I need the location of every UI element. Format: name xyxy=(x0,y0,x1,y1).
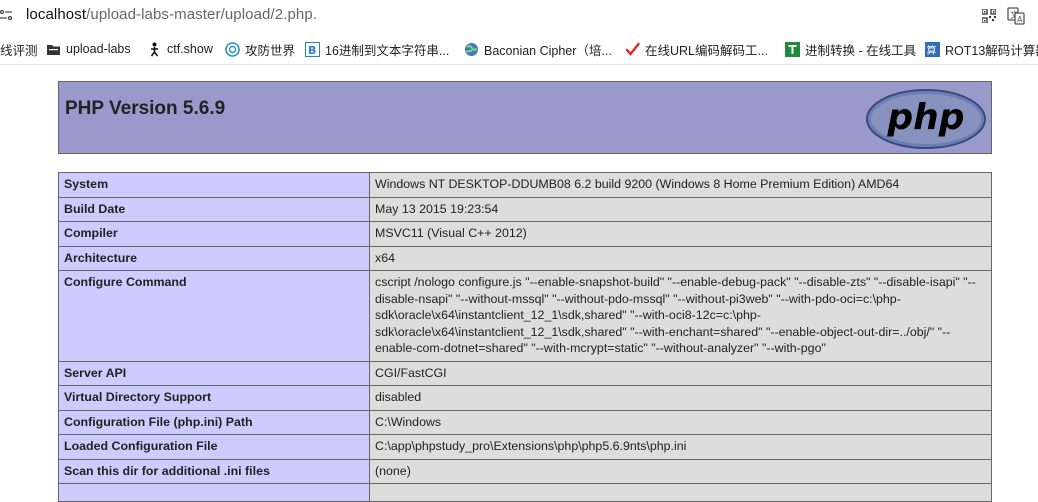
phpinfo-header: PHP Version 5.6.9 php xyxy=(58,81,992,154)
php-logo-icon[interactable]: php xyxy=(865,88,987,150)
bookmark-item[interactable]: ctf.show xyxy=(147,34,213,64)
table-row: System Windows NT DESKTOP-DDUMB08 6.2 bui… xyxy=(58,172,992,198)
bookmark-item[interactable]: 在线URL编码解码工... xyxy=(625,34,768,64)
bookmark-label: 进制转换 - 在线工具 xyxy=(805,43,917,58)
adworld-icon xyxy=(225,41,240,57)
svg-text:算: 算 xyxy=(927,44,937,57)
row-value: cscript /nologo configure.js "--enable-s… xyxy=(369,270,992,362)
bookmark-label: 在线URL编码解码工... xyxy=(645,43,768,58)
row-key: System xyxy=(58,172,370,198)
bookmark-item[interactable]: 攻防世界 xyxy=(225,34,295,64)
table-row: Architecture x64 xyxy=(58,245,992,271)
bookmark-label: Baconian Cipher（培... xyxy=(484,43,612,58)
table-row: Build Date May 13 2015 19:23:54 xyxy=(58,196,992,222)
bookmark-label: 16进制到文本字符串... xyxy=(325,43,450,58)
b-bracket-icon: B xyxy=(305,41,320,57)
row-value: Windows NT DESKTOP-DDUMB08 6.2 build 920… xyxy=(369,172,992,198)
translate-icon[interactable]: 文 A xyxy=(1007,7,1025,25)
qr-code-icon[interactable] xyxy=(982,9,996,23)
table-row: Scan this dir for additional .ini files(… xyxy=(58,458,992,484)
bookmark-item[interactable]: B 16进制到文本字符串... xyxy=(305,34,449,64)
url-host: localhost xyxy=(26,6,87,23)
row-value: x64 xyxy=(369,245,992,271)
row-key: Loaded Configuration File xyxy=(58,434,370,460)
row-key: Configuration File (php.ini) Path xyxy=(58,409,370,435)
row-value: MSVC11 (Visual C++ 2012) xyxy=(369,221,992,247)
row-key xyxy=(58,483,370,502)
bookmark-item[interactable]: 进制转换 - 在线工具 xyxy=(785,34,916,64)
url-text[interactable]: localhost/upload-labs-master/upload/2.ph… xyxy=(26,6,317,23)
bookmark-label: upload-labs xyxy=(66,42,131,56)
bookmark-item[interactable]: upload-labs xyxy=(46,34,131,64)
t-box-icon xyxy=(785,41,800,57)
bookmark-item[interactable]: Baconian Cipher（培... xyxy=(464,34,612,64)
row-key: Virtual Directory Support xyxy=(58,385,370,411)
table-row: Configure Command cscript /nologo configu… xyxy=(58,270,992,362)
row-key: Architecture xyxy=(58,245,370,271)
svg-text:B: B xyxy=(308,44,316,57)
bookmark-label: 攻防世界 xyxy=(245,43,296,58)
bookmark-item[interactable]: 线评测 xyxy=(0,34,38,64)
table-row: Virtual Directory Support disabled xyxy=(58,385,992,411)
page-title: PHP Version 5.6.9 xyxy=(65,98,226,119)
php-logo-text: php xyxy=(886,97,964,138)
row-value: C:\app\phpstudy_pro\Extensions\php\php5.… xyxy=(369,434,992,460)
row-key: Scan this dir for additional .ini files xyxy=(58,458,370,484)
row-key: Build Date xyxy=(58,196,370,222)
globe-icon xyxy=(465,42,478,56)
row-value xyxy=(369,483,992,502)
row-value: (none) xyxy=(369,458,992,484)
row-key: Configure Command xyxy=(58,270,370,362)
bookmark-label: 线评测 xyxy=(0,43,38,58)
site-info-icon[interactable] xyxy=(0,9,12,21)
table-row: Server API CGI/FastCGI xyxy=(58,360,992,386)
ctfshow-figure-icon xyxy=(150,42,159,56)
folder-icon xyxy=(47,44,60,55)
table-row: Compiler MSVC11 (Visual C++ 2012) xyxy=(58,221,992,247)
address-bar[interactable]: localhost/upload-labs-master/upload/2.ph… xyxy=(0,0,1038,32)
bookmark-label: ctf.show xyxy=(167,42,213,56)
table-row: Loaded Configuration File C:\app\phpstudy… xyxy=(58,434,992,460)
bookmark-label: ROT13解码计算器 xyxy=(945,43,1038,58)
svg-text:A: A xyxy=(1017,15,1023,24)
row-key: Compiler xyxy=(58,221,370,247)
row-value: C:\Windows xyxy=(369,409,992,435)
phpinfo-page: PHP Version 5.6.9 php System Windows NT D… xyxy=(58,81,992,502)
checkmark-icon xyxy=(625,42,640,56)
url-path: /upload-labs-master/upload/2.php. xyxy=(86,6,318,23)
table-row xyxy=(58,483,992,502)
table-row: Configuration File (php.ini) Path C:\Wind… xyxy=(58,409,992,435)
bookmarks-bar: 线评测 upload-labs ctf.show 攻防世界 B 16进制到文本字… xyxy=(0,34,1038,65)
row-value: CGI/FastCGI xyxy=(369,360,992,386)
bookmark-item[interactable]: 算 ROT13解码计算器 xyxy=(925,34,1038,64)
row-value: disabled xyxy=(369,385,992,411)
phpinfo-table: System Windows NT DESKTOP-DDUMB08 6.2 bui… xyxy=(58,172,992,502)
calc-icon: 算 xyxy=(925,41,940,57)
row-key: Server API xyxy=(58,360,370,386)
row-value: May 13 2015 19:23:54 xyxy=(369,196,992,222)
